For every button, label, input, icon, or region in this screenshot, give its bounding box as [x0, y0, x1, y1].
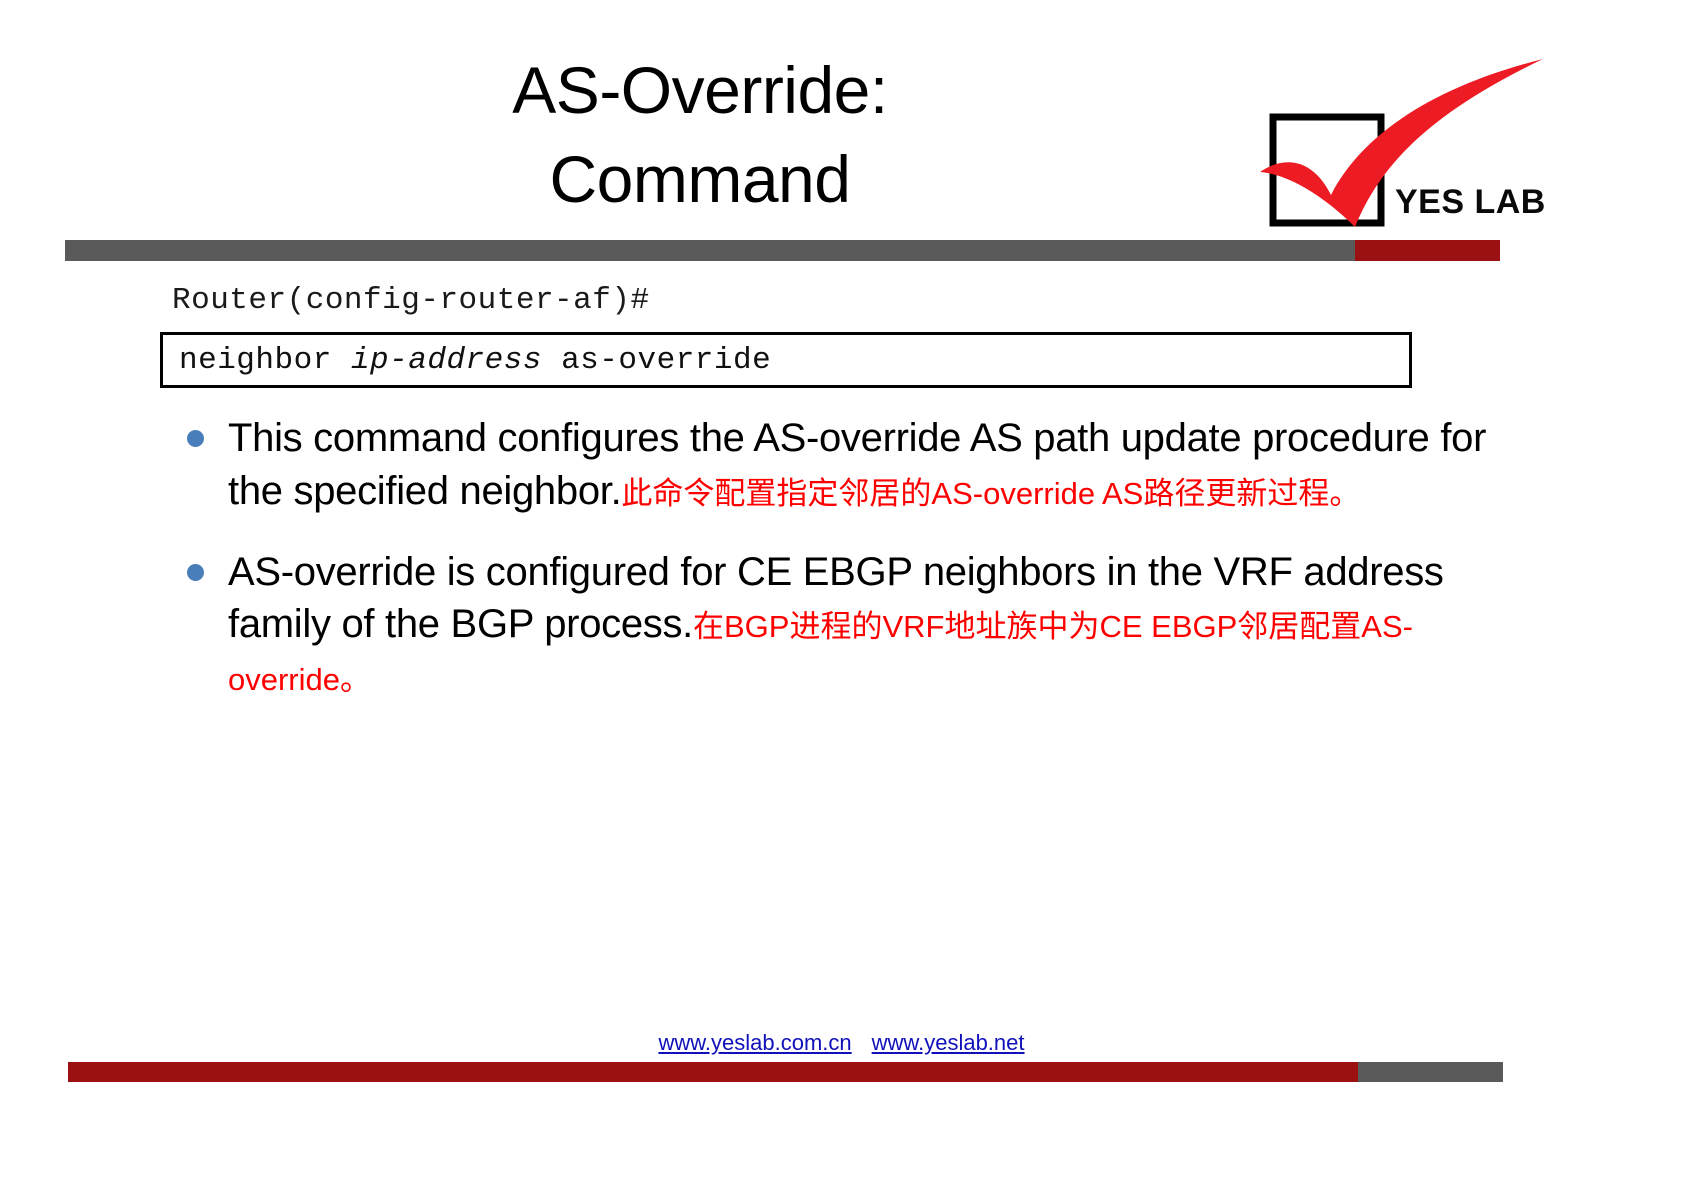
page-title-line-2: Command — [549, 142, 851, 217]
bullet-text-chinese: 此命令配置指定邻居的AS-override AS路径更新过程。 — [621, 475, 1361, 511]
footer-rule-red — [68, 1062, 1358, 1082]
bullet-dot-icon — [187, 563, 204, 581]
command-suffix: as-override — [541, 343, 772, 378]
command-box: neighbor ip-address as-override — [160, 332, 1412, 388]
list-item: AS-override is configured for CE EBGP ne… — [182, 546, 1492, 704]
footer-link-yeslab-com-cn[interactable]: www.yeslab.com.cn — [658, 1030, 851, 1055]
footer-rule-gray — [1358, 1062, 1503, 1082]
header-rule-gray — [65, 240, 1355, 261]
bullet-text: This command configures the AS-override … — [228, 412, 1492, 518]
bullet-list: This command configures the AS-override … — [182, 412, 1492, 732]
list-item: This command configures the AS-override … — [182, 412, 1492, 518]
footer-link-yeslab-net[interactable]: www.yeslab.net — [872, 1030, 1025, 1055]
page-title: AS-Override: Command — [60, 46, 1340, 224]
page-title-line-1: AS-Override: — [512, 53, 888, 127]
footer-links: www.yeslab.com.cn www.yeslab.net — [0, 1030, 1683, 1056]
logo-text: YES LAB — [1395, 183, 1546, 221]
header-rule-red — [1355, 240, 1500, 261]
cli-prompt: Router(config-router-af)# — [172, 283, 650, 318]
command-syntax: neighbor ip-address as-override — [179, 343, 771, 378]
command-prefix: neighbor — [179, 343, 351, 378]
command-parameter: ip-address — [350, 343, 542, 378]
yeslab-logo: YES LAB — [1255, 55, 1555, 240]
bullet-dot-icon — [187, 430, 204, 447]
bullet-text: AS-override is configured for CE EBGP ne… — [228, 546, 1492, 704]
